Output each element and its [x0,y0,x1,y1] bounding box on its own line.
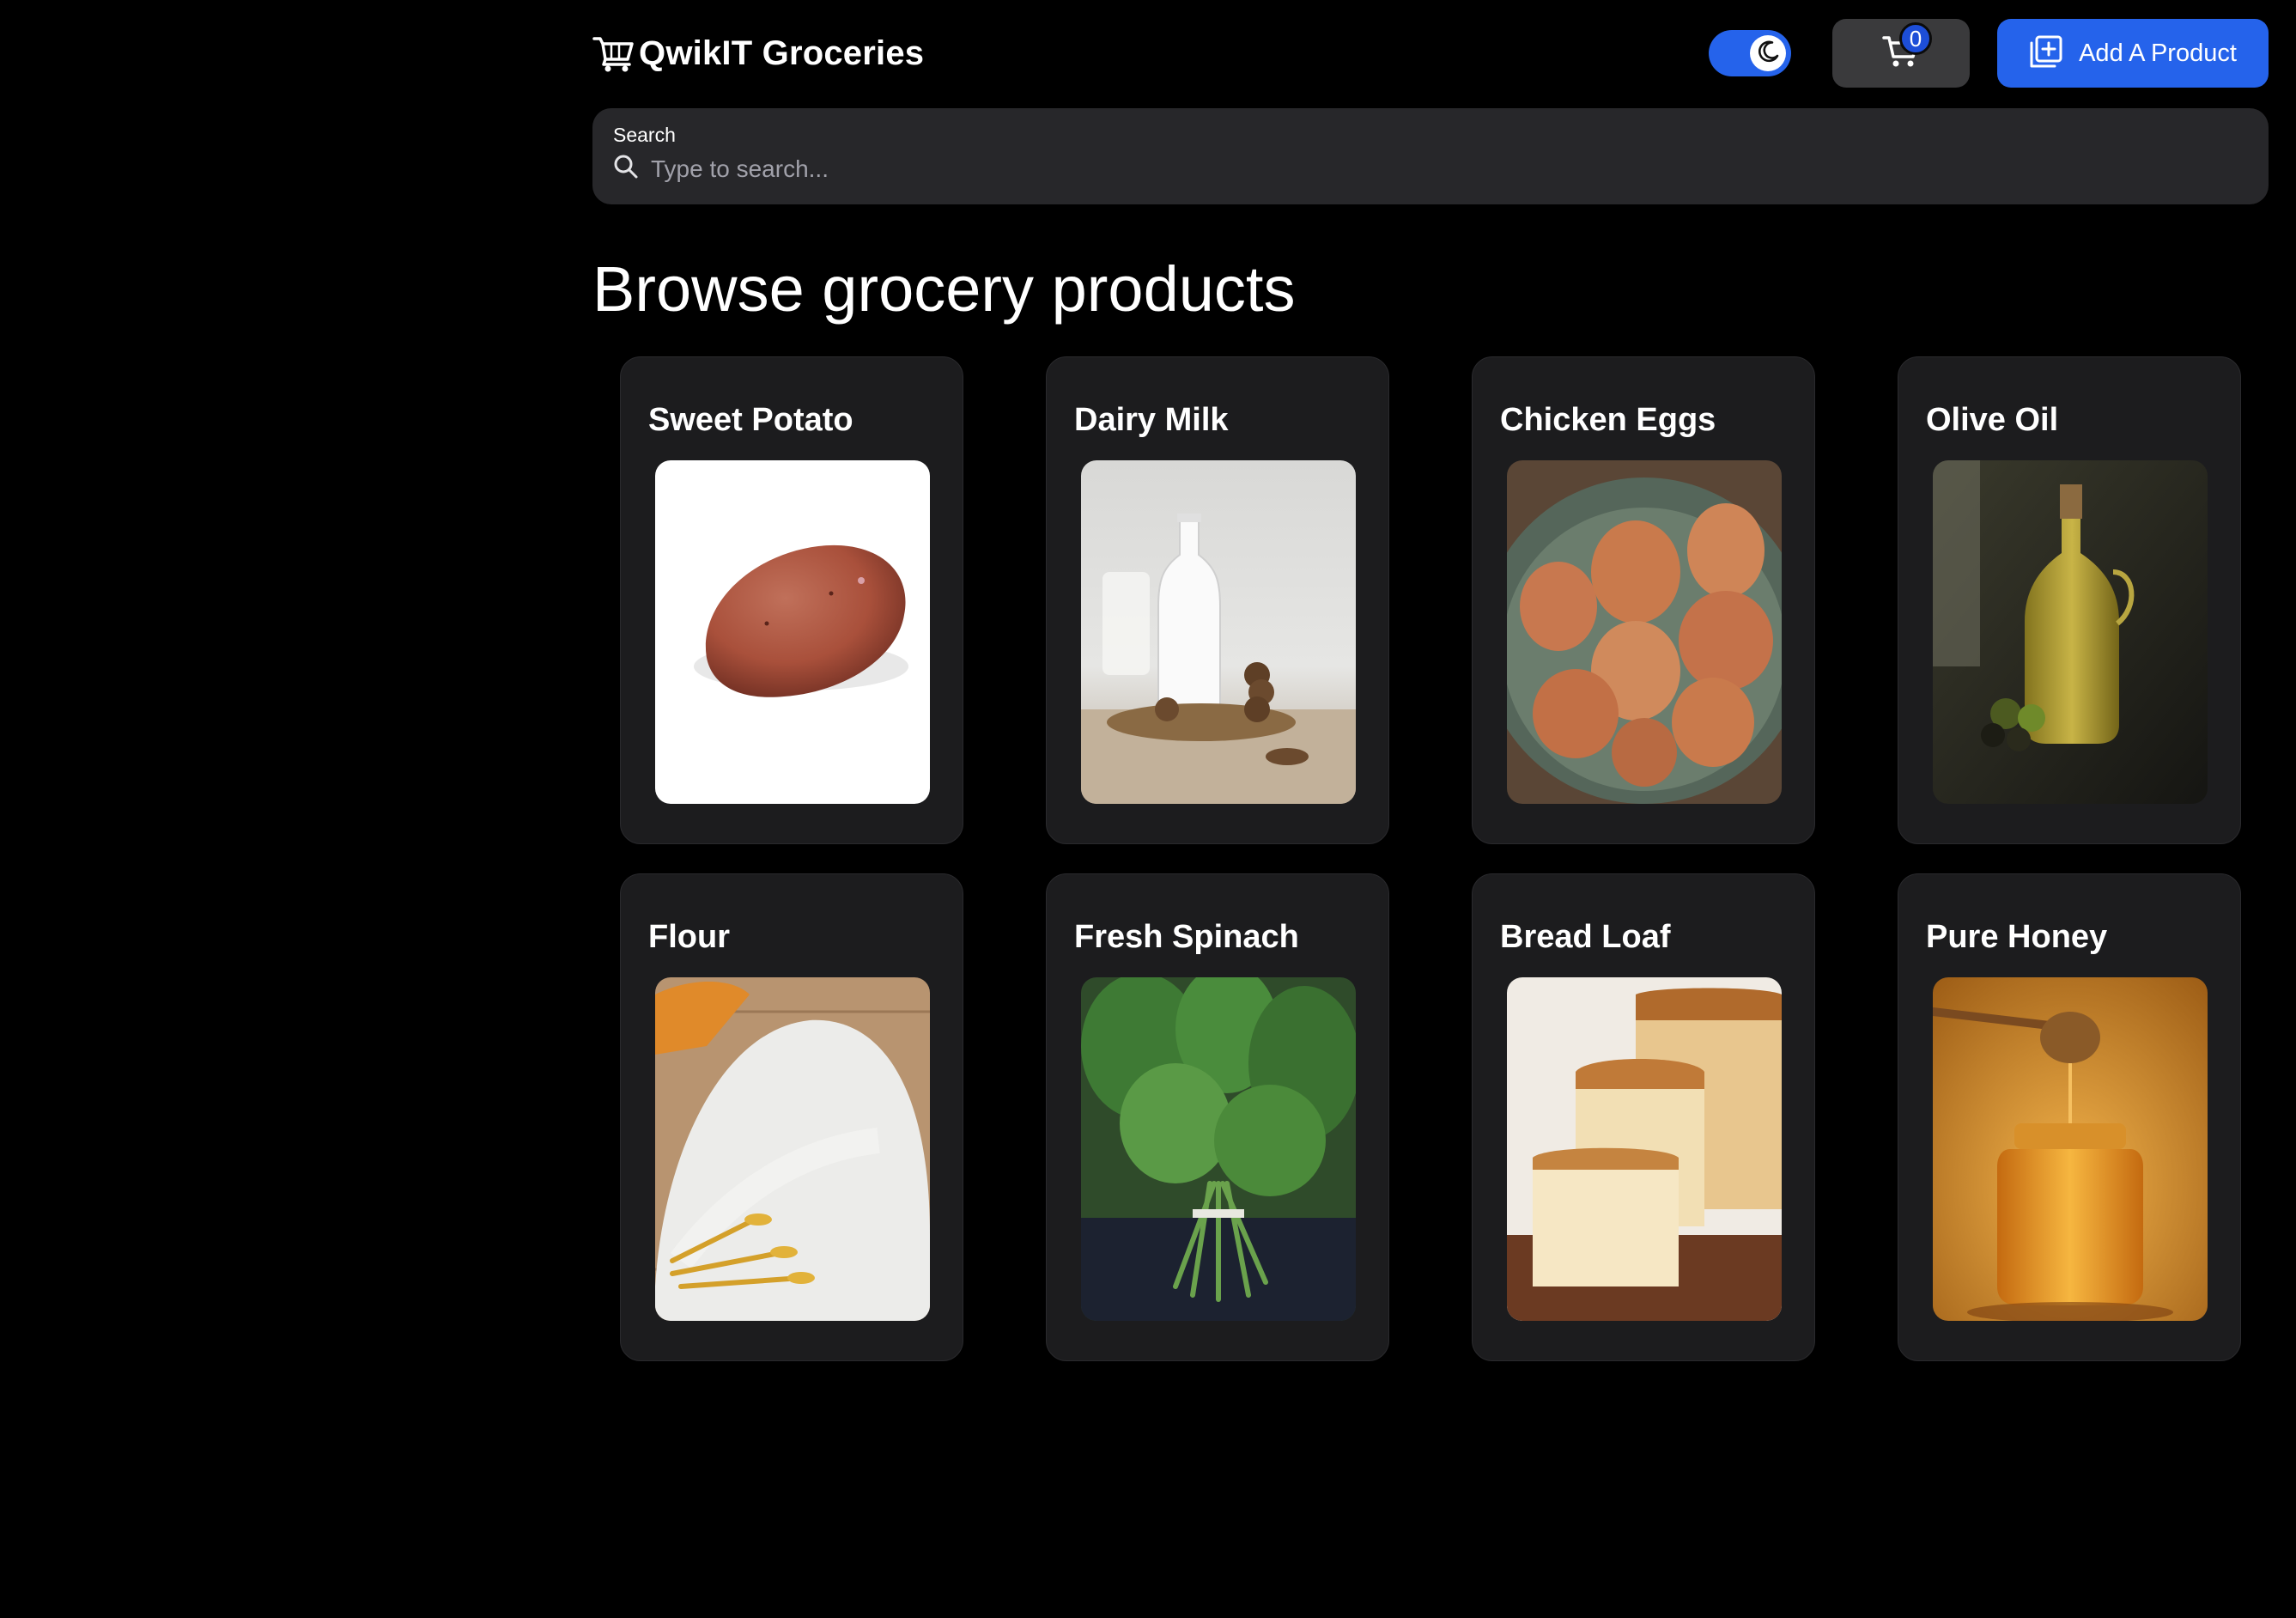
product-card[interactable]: Bread Loaf [1472,873,1815,1361]
search-icon [613,154,639,184]
shopping-cart-icon [592,33,635,73]
moon-icon [1755,39,1781,69]
brand[interactable]: QwikIT Groceries [592,33,924,73]
theme-toggle-knob [1750,35,1786,71]
product-image [1933,460,2208,804]
product-name: Dairy Milk [1074,402,1229,438]
header-actions: 0 Add A Product [1709,19,2269,88]
product-name: Flour [648,919,730,955]
page-title: Browse grocery products [592,253,1296,325]
product-card[interactable]: Dairy Milk [1046,356,1389,844]
product-image [1507,460,1782,804]
search-row [613,154,2248,184]
product-name: Sweet Potato [648,402,853,438]
product-name: Chicken Eggs [1500,402,1716,438]
add-box-icon [2029,34,2063,73]
product-card[interactable]: Fresh Spinach [1046,873,1389,1361]
brand-title: QwikIT Groceries [639,33,925,72]
add-product-label: Add A Product [2079,39,2237,67]
product-image [1081,977,1356,1321]
product-card[interactable]: Olive Oil [1898,356,2241,844]
product-card[interactable]: Chicken Eggs [1472,356,1815,844]
top-bar: QwikIT Groceries 0 Add A Product [592,19,2269,88]
product-grid: Sweet Potato Dairy Milk Chicken Eggs Oli… [620,356,2241,1361]
app: QwikIT Groceries 0 Add A Product Search … [0,0,2296,1618]
product-image [1081,460,1356,804]
search-box[interactable]: Search [592,108,2269,204]
product-name: Bread Loaf [1500,919,1671,955]
product-image [1933,977,2208,1321]
product-name: Fresh Spinach [1074,919,1299,955]
product-card[interactable]: Sweet Potato [620,356,963,844]
search-input[interactable] [651,155,2196,183]
product-image [655,460,930,804]
cart-count-badge: 0 [1899,22,1932,55]
search-label: Search [613,124,676,146]
theme-toggle[interactable] [1709,30,1791,76]
product-image [1507,977,1782,1321]
product-name: Olive Oil [1926,402,2059,438]
product-card[interactable]: Flour [620,873,963,1361]
add-product-button[interactable]: Add A Product [1997,19,2269,88]
cart-button[interactable]: 0 [1832,19,1970,88]
product-image [655,977,930,1321]
product-name: Pure Honey [1926,919,2108,955]
product-card[interactable]: Pure Honey [1898,873,2241,1361]
